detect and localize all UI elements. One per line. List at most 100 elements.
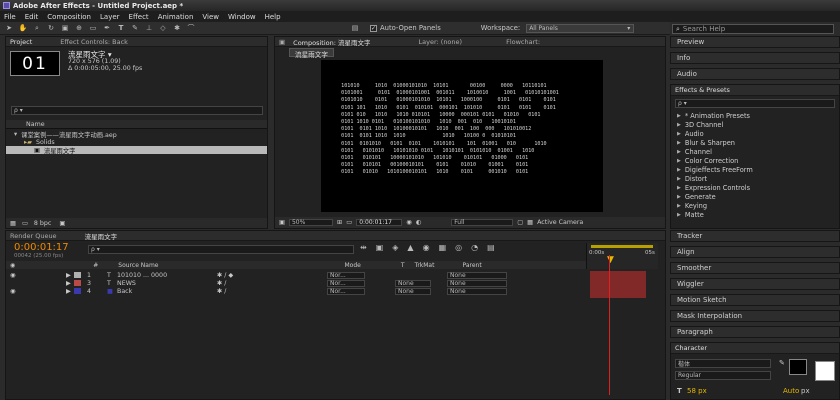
fill-color-swatch[interactable]	[789, 359, 807, 375]
layer-mode-select[interactable]: Nor...	[327, 271, 365, 279]
paragraph-panel[interactable]: Paragraph	[670, 326, 840, 338]
list-item[interactable]: ▶ Color Correction	[671, 156, 839, 165]
bpc-label[interactable]: 8 bpc	[34, 220, 51, 227]
layer-parent-select[interactable]: None	[447, 271, 507, 279]
expand-icon[interactable]: ▶	[66, 288, 74, 295]
pan-behind-tool-icon[interactable]: ⊕	[74, 24, 84, 33]
comp-mini-flowchart-icon[interactable]: ⇹	[360, 243, 367, 252]
menu-composition[interactable]: Composition	[47, 13, 91, 21]
column-trkmat[interactable]: TrkMat	[415, 262, 435, 269]
stroke-color-swatch[interactable]	[815, 361, 835, 381]
column-parent[interactable]: Parent	[462, 262, 481, 269]
layer-bar[interactable]	[590, 280, 646, 289]
list-item[interactable]: ▶ Blur & Sharpen	[671, 138, 839, 147]
mask-icon[interactable]: ▭	[346, 219, 352, 226]
eyedropper-icon[interactable]: ✎	[779, 359, 785, 367]
list-item-selected[interactable]: ▣ 流星雨文字	[6, 146, 267, 155]
layer-switches[interactable]: ✱ ∕	[217, 288, 327, 295]
effects-search-input[interactable]: ρ ▾	[675, 99, 835, 108]
list-item[interactable]: ▶ Distort	[671, 174, 839, 183]
column-name[interactable]: Name	[26, 121, 45, 128]
menu-edit[interactable]: Edit	[25, 13, 39, 21]
align-panel[interactable]: Align	[670, 246, 840, 258]
new-folder-icon[interactable]: ▭	[22, 220, 28, 227]
list-item[interactable]: ▶ Audio	[671, 129, 839, 138]
table-row[interactable]: ◉ ▶ 4 ■ Back ✱ ∕ Nor... None None	[6, 287, 586, 295]
visibility-icon[interactable]: ◉	[10, 272, 66, 279]
table-row[interactable]: ◉ ▶ 1 T 101010 ... 0000 ✱ ∕ ◆ Nor... Non…	[6, 271, 586, 279]
menu-window[interactable]: Window	[228, 13, 256, 21]
search-help-input[interactable]: Search Help	[683, 25, 725, 33]
layer-switches[interactable]: ✱ ∕	[217, 280, 327, 287]
lock-icon[interactable]: ▣	[279, 38, 285, 46]
layer-trkmat-select[interactable]: None	[395, 287, 431, 295]
expand-icon[interactable]: ▶	[66, 272, 74, 279]
tab-layer[interactable]: Layer: (none)	[419, 38, 463, 46]
zoom-select[interactable]: 50%	[288, 219, 333, 226]
draft-3d-icon[interactable]: ▣	[376, 243, 384, 252]
selection-tool-icon[interactable]: ➤	[4, 24, 14, 33]
timeline-timecode[interactable]: 0:00:01:17	[14, 242, 69, 253]
tab-render-queue[interactable]: Render Queue	[10, 232, 57, 240]
menu-animation[interactable]: Animation	[158, 13, 194, 21]
list-item[interactable]: ▶ Digieffects FreeForm	[671, 165, 839, 174]
audio-panel[interactable]: Audio	[670, 68, 840, 80]
list-item[interactable]: ▶ Generate	[671, 192, 839, 201]
show-channel-icon[interactable]: ◐	[416, 219, 422, 226]
auto-open-checkbox[interactable]: ✓	[370, 24, 377, 32]
zoom-tool-icon[interactable]: ⌕	[32, 24, 42, 33]
tab-timeline-comp[interactable]: 流星雨文字	[85, 231, 118, 241]
preview-panel[interactable]: Preview	[670, 36, 840, 48]
layer-parent-select[interactable]: None	[447, 287, 507, 295]
layer-name[interactable]: NEWS	[117, 280, 217, 287]
graph-editor-icon[interactable]: ◎	[455, 243, 462, 252]
column-t[interactable]: T	[401, 262, 405, 269]
layer-bar[interactable]	[590, 271, 646, 280]
list-item[interactable]: ▶ Expression Controls	[671, 183, 839, 192]
effects-presets-title[interactable]: Effects & Presets	[675, 86, 730, 94]
roto-tool-icon[interactable]: ⌒	[186, 24, 196, 33]
tracker-panel[interactable]: Tracker	[670, 230, 840, 242]
composition-viewer[interactable]: 101010 1010 01000101010 10101 00100 0000…	[321, 60, 603, 212]
work-area-bar[interactable]	[591, 245, 653, 248]
layer-name[interactable]: Back	[117, 288, 217, 295]
font-size-value[interactable]: 58 px	[687, 387, 707, 395]
project-search-input[interactable]: ρ ▾	[11, 106, 263, 115]
expand-icon[interactable]: ▶	[66, 280, 74, 287]
layer-name[interactable]: 101010 ... 0000	[117, 272, 217, 279]
time-ruler[interactable]: 0:00s 05s ▼	[586, 243, 658, 269]
workspace-select[interactable]: All Panels ▾	[526, 23, 635, 33]
folder-icon[interactable]: ▤	[350, 24, 360, 33]
list-item[interactable]: ▶ Matte	[671, 210, 839, 219]
font-style-select[interactable]: Regular	[675, 371, 771, 380]
column-source-name[interactable]: Source Name	[118, 262, 158, 269]
menu-layer[interactable]: Layer	[100, 13, 120, 21]
layer-mode-select[interactable]: Nor...	[327, 279, 365, 287]
brainstorm-icon[interactable]: ▦	[439, 243, 447, 252]
shy-icon[interactable]: ◈	[392, 243, 398, 252]
timeline-search-input[interactable]: ρ ▾	[88, 245, 354, 254]
lock-icon[interactable]: ▤	[487, 243, 495, 252]
layer-parent-select[interactable]: None	[447, 279, 507, 287]
mask-interpolation-panel[interactable]: Mask Interpolation	[670, 310, 840, 322]
layer-trkmat-select[interactable]: None	[395, 279, 431, 287]
visibility-icon[interactable]: ◉	[10, 288, 66, 295]
menu-view[interactable]: View	[202, 13, 219, 21]
menu-help[interactable]: Help	[265, 13, 281, 21]
motion-sketch-panel[interactable]: Motion Sketch	[670, 294, 840, 306]
font-select[interactable]: 楷体	[675, 359, 771, 368]
always-preview-icon[interactable]: ▣	[279, 219, 285, 226]
hand-tool-icon[interactable]: ✋	[18, 24, 28, 33]
motion-blur-icon[interactable]: ◉	[423, 243, 430, 252]
camera-tool-icon[interactable]: ▣	[60, 24, 70, 33]
layer-bar[interactable]	[590, 289, 646, 298]
text-tool-icon[interactable]: T	[116, 24, 126, 33]
rectangle-tool-icon[interactable]: ▭	[88, 24, 98, 33]
eraser-tool-icon[interactable]: ◇	[158, 24, 168, 33]
list-item[interactable]: ▾ 课堂案例——流星雨文字动画.aep	[6, 130, 267, 139]
region-icon[interactable]: ▢	[517, 219, 523, 226]
list-item[interactable]: ▶ * Animation Presets	[671, 111, 839, 120]
camera-select[interactable]: Active Camera	[537, 219, 583, 226]
puppet-tool-icon[interactable]: ✱	[172, 24, 182, 33]
grid-icon[interactable]: ⊞	[337, 219, 342, 226]
